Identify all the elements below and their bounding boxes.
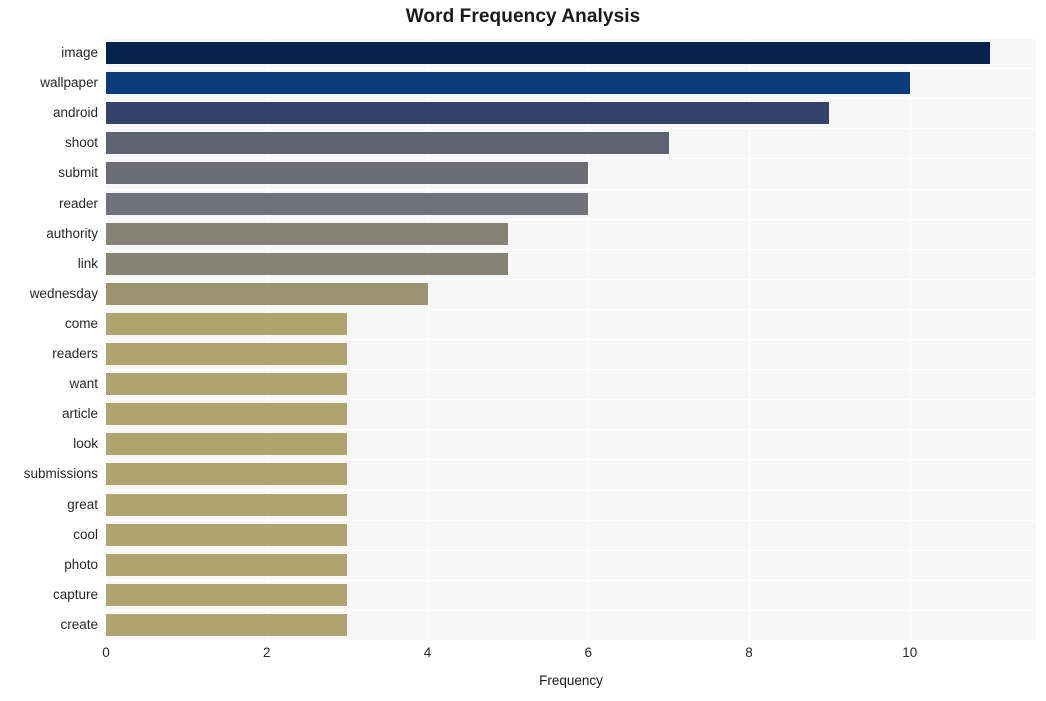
chart-figure: Word Frequency Analysis image wallpaper an… <box>0 0 1046 701</box>
y-axis-tick-label: cool <box>73 526 98 542</box>
y-axis-tick-label: readers <box>52 346 98 362</box>
y-axis-tick-label: photo <box>64 556 98 572</box>
x-axis-tick-label: 6 <box>584 645 593 660</box>
y-axis-tick-label: want <box>69 376 98 392</box>
y-axis-tick-label: android <box>52 105 98 121</box>
x-axis-tick-label: 4 <box>423 645 432 660</box>
y-axis-tick-label: wallpaper <box>40 75 98 91</box>
x-axis-tick-labels: 0 2 4 6 8 10 <box>0 645 1046 667</box>
x-axis-tick-label: 10 <box>902 645 918 660</box>
x-axis-title: Frequency <box>539 673 603 688</box>
y-axis-tick-label: look <box>73 436 98 452</box>
y-axis-tick-labels: image wallpaper android shoot submit reader au… <box>0 38 1046 640</box>
y-axis-tick-label: capture <box>52 586 98 602</box>
y-axis-tick-label: article <box>61 406 98 422</box>
y-axis-tick-label: shoot <box>64 135 98 151</box>
y-axis-tick-label: image <box>61 45 98 61</box>
x-axis-tick-label: 2 <box>262 645 271 660</box>
x-axis-tick-label: 0 <box>102 645 110 660</box>
x-axis-tick-label: 8 <box>745 645 753 660</box>
chart-title: Word Frequency Analysis <box>405 6 641 27</box>
y-axis-tick-label: wednesday <box>29 285 98 301</box>
y-axis-tick-label: link <box>77 255 98 271</box>
y-axis-tick-label: submissions <box>23 466 98 482</box>
y-axis-tick-label: great <box>67 496 98 512</box>
y-axis-tick-label: authority <box>46 225 98 241</box>
y-axis-tick-label: submit <box>58 165 98 181</box>
y-axis-tick-label: create <box>60 616 98 632</box>
y-axis-tick-label: reader <box>58 195 98 211</box>
y-axis-tick-label: come <box>64 315 98 331</box>
gridline-horizontal <box>106 640 1036 641</box>
